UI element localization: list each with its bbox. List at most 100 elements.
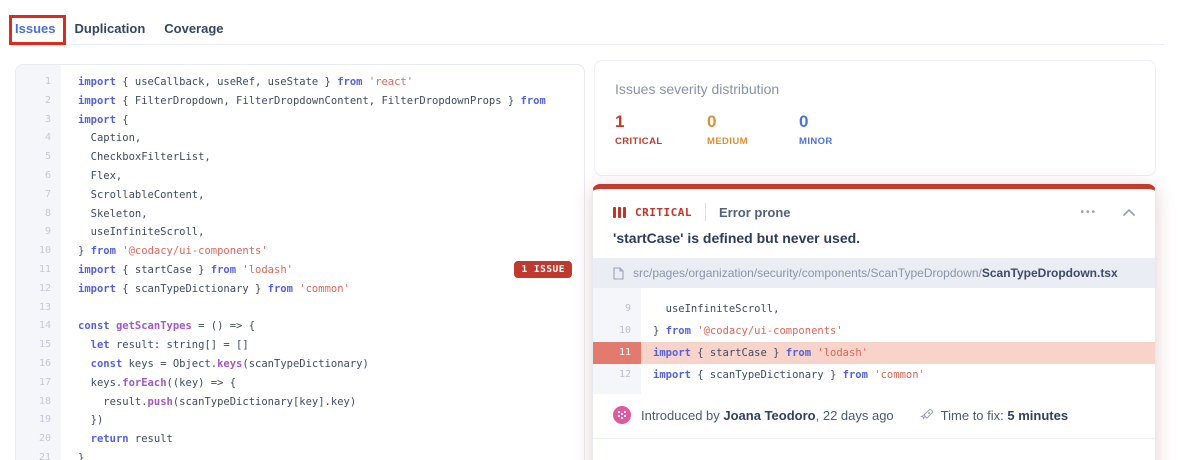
line-content: CheckboxFilterList, <box>78 151 211 164</box>
line-number: 20 <box>38 433 51 445</box>
chevron-up-icon[interactable] <box>1123 208 1135 216</box>
ellipsis-icon[interactable]: ••• <box>1080 207 1097 218</box>
line-number: 12 <box>38 282 51 294</box>
severity-stat-label: CRITICAL <box>615 136 663 147</box>
code-line-1: 1 import { useCallback, useRef, useState … <box>16 73 584 92</box>
severity-distribution-card: Issues severity distribution 1 CRITICAL 0 M… <box>594 60 1156 176</box>
line-number: 12 <box>618 369 631 380</box>
line-content: useInfiniteScroll, <box>78 226 205 239</box>
severity-stat-critical: 1 CRITICAL <box>615 112 707 147</box>
line-content: const getScanTypes = () => { <box>78 320 256 333</box>
code-line-4: 4 Caption, <box>16 129 584 148</box>
severity-stat-label: MINOR <box>799 136 833 147</box>
code-line-9: 9 useInfiniteScroll, <box>16 223 584 242</box>
code-line-12: 12 import { scanTypeDictionary } from 'co… <box>16 280 584 299</box>
annotation-rectangle <box>9 15 66 45</box>
code-line-21: 21} <box>16 449 584 460</box>
file-icon <box>613 266 624 280</box>
severity-stat-value: 0 <box>707 112 717 131</box>
tab-duplication[interactable]: Duplication <box>74 21 145 45</box>
line-content: } from '@codacy/ui-components' <box>653 325 843 337</box>
issue-code-snippet: 9 useInfiniteScroll, 10 } from '@codacy/ui… <box>593 288 1155 394</box>
line-number: 16 <box>38 357 51 369</box>
line-number: 14 <box>38 320 51 332</box>
code-line-12: 12 import { scanTypeDictionary } from 'co… <box>593 364 1155 386</box>
line-number: 15 <box>38 339 51 351</box>
introduced-by-text: Introduced by Joana Teodoro, 22 days ago <box>641 407 894 423</box>
line-content <box>61 299 78 318</box>
code-line-6: 6 Flex, <box>16 167 584 186</box>
issue-card-footer: Introduced by Joana Teodoro, 22 days ago… <box>593 394 1155 438</box>
why-issue-heading: Why is this an issue? <box>593 439 1155 460</box>
line-content: useInfiniteScroll, <box>653 303 780 315</box>
severity-stat-value: 0 <box>799 112 809 131</box>
line-number: 10 <box>618 325 631 336</box>
line-content: import { startCase } from 'lodash' <box>653 347 868 359</box>
code-line-11: 11 import { startCase } from 'lodash' <box>593 342 1155 364</box>
file-path: src/pages/organization/security/componen… <box>633 266 1118 280</box>
line-content: Skeleton, <box>78 207 148 220</box>
code-line-13: 13 <box>16 299 584 318</box>
issue-detail-card: CRITICAL Error prone ••• 'startCase' is … <box>592 184 1156 460</box>
code-line-11: 11 import { startCase } from 'lodash' <box>16 261 584 280</box>
file-path-bar[interactable]: src/pages/organization/security/componen… <box>593 258 1155 288</box>
line-content: const keys = Object.keys(scanTypeDiction… <box>90 357 369 370</box>
line-number: 4 <box>44 132 51 144</box>
time-to-fix-value: 5 minutes <box>1007 407 1069 423</box>
code-line-9: 9 useInfiniteScroll, <box>593 298 1155 320</box>
code-line-16: 16 const keys = Object.keys(scanTypeDict… <box>16 355 584 374</box>
signal-bars-icon <box>613 206 628 218</box>
line-content: } from '@codacy/ui-components' <box>78 245 268 258</box>
time-to-fix-text: Time to fix: 5 minutes <box>940 407 1069 423</box>
line-number: 18 <box>38 395 51 407</box>
line-number: 2 <box>44 94 51 106</box>
page-root: Issues Duplication Coverage 1 import { useC… <box>0 0 1178 460</box>
severity-stat-medium: 0 MEDIUM <box>707 112 799 147</box>
line-number: 1 <box>44 76 51 87</box>
line-number: 9 <box>44 226 51 238</box>
line-content: import { FilterDropdown, FilterDropdownC… <box>78 94 546 107</box>
line-content: import { <box>78 113 129 126</box>
avatar <box>613 406 631 424</box>
line-content: }) <box>78 414 104 427</box>
code-editor-panel[interactable]: 1 import { useCallback, useRef, useState … <box>15 64 585 460</box>
line-number: 17 <box>38 376 51 388</box>
line-number: 7 <box>44 188 51 200</box>
line-content: import { scanTypeDictionary } from 'comm… <box>78 282 350 295</box>
code-line-18: 18 result.push(scanTypeDictionary[key].k… <box>16 393 584 412</box>
severity-stat-label: MEDIUM <box>707 136 748 147</box>
rocket-icon <box>919 408 934 422</box>
line-content: } <box>78 451 85 460</box>
line-content: import { useCallback, useRef, useState }… <box>78 76 414 88</box>
code-line-8: 8 Skeleton, <box>16 205 584 224</box>
code-line-20: 20 return result <box>16 430 584 449</box>
line-number: 3 <box>44 113 51 125</box>
line-number: 5 <box>44 151 51 163</box>
code-line-17: 17 keys.forEach((key) => { <box>16 374 584 393</box>
code-line-15: 15 let result: string[] = [] <box>16 336 584 355</box>
code-line-10: 10 } from '@codacy/ui-components' <box>593 320 1155 342</box>
issue-count-badge[interactable]: 1 ISSUE <box>514 261 572 278</box>
severity-stat-minor: 0 MINOR <box>799 112 891 147</box>
code-line-2: 2 import { FilterDropdown, FilterDropdown… <box>16 92 584 111</box>
code-line-19: 19 }) <box>16 411 584 430</box>
severity-stat-value: 1 <box>615 112 625 131</box>
issue-category-label: Error prone <box>718 204 791 220</box>
code-line-7: 7 ScrollableContent, <box>16 186 584 205</box>
severity-card-title: Issues severity distribution <box>615 81 780 97</box>
code-line-14: 14 const getScanTypes = () => { <box>16 317 584 336</box>
line-content: import { startCase } from 'lodash' <box>78 263 293 276</box>
line-content: Flex, <box>78 169 123 182</box>
tab-coverage[interactable]: Coverage <box>164 21 223 45</box>
line-content: result.push(scanTypeDictionary[key].key) <box>78 395 357 408</box>
severity-stats: 1 CRITICAL 0 MEDIUM 0 MINOR <box>615 112 1135 147</box>
line-number: 11 <box>593 342 641 364</box>
line-number: 11 <box>38 263 51 275</box>
line-content: let result: string[] = [] <box>90 339 249 352</box>
line-content: Caption, <box>78 132 142 145</box>
code-line-5: 5 CheckboxFilterList, <box>16 148 584 167</box>
line-content: import { scanTypeDictionary } from 'comm… <box>653 369 925 381</box>
issue-title: 'startCase' is defined but never used. <box>613 230 861 246</box>
header-divider <box>704 203 706 221</box>
issue-card-header: CRITICAL Error prone ••• <box>593 189 1155 221</box>
